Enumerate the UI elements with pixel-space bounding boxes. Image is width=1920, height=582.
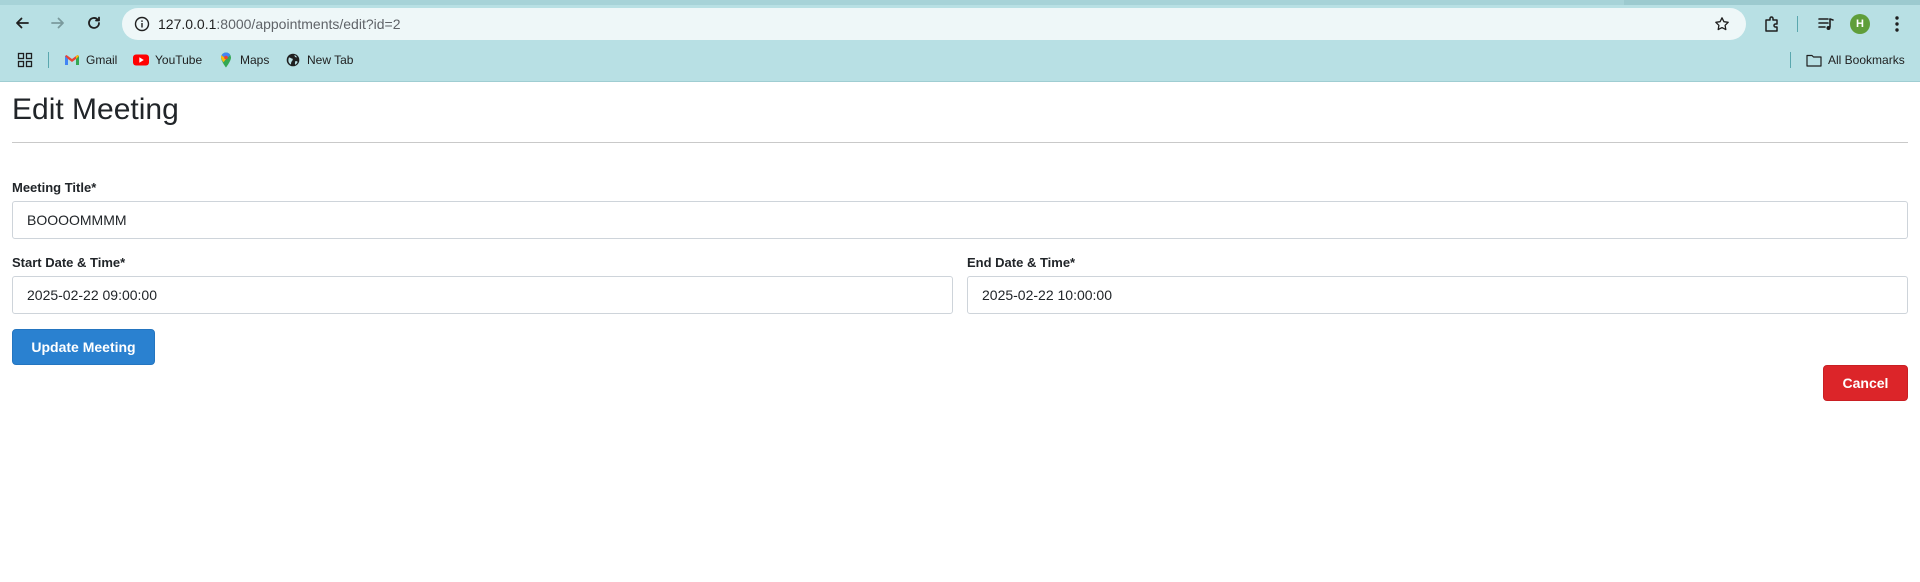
all-bookmarks-button[interactable]: All Bookmarks (1806, 48, 1905, 72)
bookmark-gmail[interactable]: Gmail (64, 48, 117, 72)
bookmarks-divider-right (1790, 52, 1791, 68)
more-menu-icon[interactable] (1882, 9, 1912, 39)
address-bar[interactable]: 127.0.0.1:8000/appointments/edit?id=2 (122, 8, 1746, 40)
browser-chrome: 127.0.0.1:8000/appointments/edit?id=2 H … (0, 0, 1920, 82)
toolbar-divider (1797, 16, 1798, 32)
gmail-icon (64, 52, 80, 68)
chrome-separator (0, 81, 1920, 82)
end-datetime-input[interactable]: 2025-02-22 10:00:00 (967, 276, 1908, 314)
bookmark-youtube[interactable]: YouTube (133, 48, 202, 72)
arrow-right-icon (51, 17, 64, 29)
profile-avatar[interactable]: H (1850, 14, 1870, 34)
meeting-title-input[interactable]: BOOOOMMMM (12, 201, 1908, 239)
end-datetime-label: End Date & Time* (967, 255, 1076, 270)
maps-icon (218, 52, 234, 68)
cancel-button[interactable]: Cancel (1823, 365, 1908, 401)
site-info-icon[interactable] (130, 12, 154, 36)
apps-button[interactable] (17, 48, 33, 72)
forward-button[interactable] (43, 8, 73, 38)
reload-button[interactable] (79, 8, 109, 38)
url-path: :8000/appointments/edit?id=2 (216, 16, 401, 32)
arrow-left-icon (16, 17, 29, 29)
meeting-title-label: Meeting Title* (12, 180, 97, 195)
update-meeting-button[interactable]: Update Meeting (12, 329, 155, 365)
start-datetime-input[interactable]: 2025-02-22 09:00:00 (12, 276, 953, 314)
extensions-icon[interactable] (1757, 9, 1787, 39)
youtube-icon (133, 52, 149, 68)
reload-icon (88, 16, 100, 29)
bookmark-label: YouTube (155, 53, 203, 67)
bookmark-label: New Tab (307, 53, 354, 67)
bookmark-label: Maps (240, 53, 270, 67)
apps-grid-icon (17, 52, 33, 68)
bookmark-star-icon[interactable] (1710, 12, 1734, 36)
bookmarks-bar: Gmail YouTube Maps New Tab All Bookmarks (0, 48, 1920, 72)
folder-icon (1806, 52, 1822, 68)
title-divider (12, 142, 1908, 143)
start-datetime-label: Start Date & Time* (12, 255, 126, 270)
tab-strip (0, 0, 1920, 5)
bookmark-maps[interactable]: Maps (218, 48, 269, 72)
back-button[interactable] (7, 8, 37, 38)
globe-icon (285, 52, 301, 68)
page-title: Edit Meeting (12, 93, 179, 126)
url-host: 127.0.0.1 (158, 16, 217, 32)
bookmark-new-tab[interactable]: New Tab (285, 48, 353, 72)
bookmarks-divider (48, 52, 49, 68)
media-control-icon[interactable] (1811, 9, 1841, 39)
url-text[interactable]: 127.0.0.1:8000/appointments/edit?id=2 (158, 8, 400, 40)
tab-strip-edge (1624, 0, 1920, 5)
all-bookmarks-label: All Bookmarks (1828, 53, 1905, 67)
bookmark-label: Gmail (86, 53, 118, 67)
